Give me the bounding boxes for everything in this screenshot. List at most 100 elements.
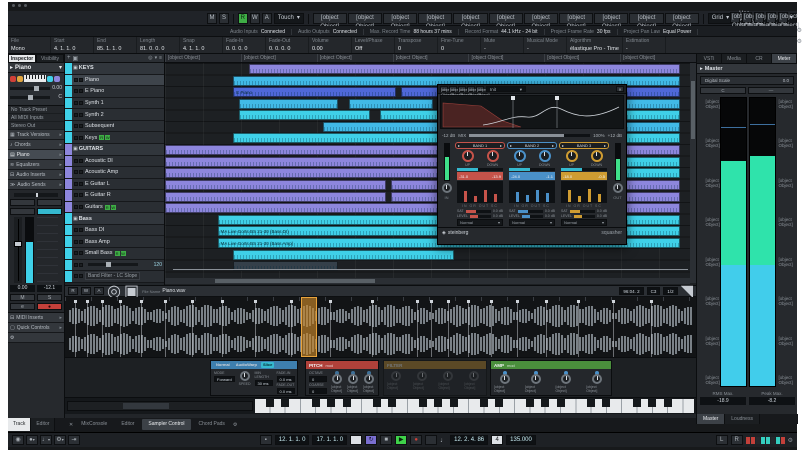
band-prev-icon[interactable]: ▸ [510,143,512,148]
tool-button[interactable]: [object Object] [348,13,382,24]
track-mute-solo[interactable] [74,170,83,174]
event-clip[interactable] [239,99,339,109]
inspector-section[interactable]: ⊟ MIDI Inserts ▸ [8,313,64,323]
inspector-section[interactable]: ▦ Track Versions ▸ [8,130,64,140]
filter-knob[interactable]: [object Object] [464,371,483,390]
fader-volume-readout[interactable]: 0.00 [10,285,35,292]
track-row[interactable]: ▣ E Guitar R RW [65,190,164,202]
play-button[interactable]: ▶ [395,435,407,445]
folder-icon[interactable]: ▣ [73,55,79,62]
band-prev-icon[interactable]: ▸ [562,143,564,148]
coarse-value[interactable]: 0 [309,388,327,394]
track-mute-solo[interactable] [74,228,83,232]
output-knob[interactable] [613,183,623,193]
sampler-display[interactable]: 96:04. 2 [619,287,643,295]
info-line-column[interactable]: File Mono [8,37,51,53]
folder-icon[interactable]: ▣ [73,216,78,222]
track-name[interactable]: KEYS [79,65,94,71]
info-line-column[interactable]: Start 4. 1. 1. 0 [51,37,94,53]
pan-slider[interactable]: C [10,94,62,100]
band-down-knob[interactable] [487,150,499,162]
event-clip[interactable] [249,64,680,74]
status-item[interactable]: Project Frame Rate 30 fps [551,29,618,35]
track-name[interactable]: E Guitar R [85,192,111,198]
band-selector[interactable]: ▸ BAND 3 ▸ [559,142,609,149]
track-name[interactable]: Bass Amp [85,239,110,245]
stop-button[interactable]: ■ [380,435,392,445]
monitor-icon[interactable] [17,76,23,82]
inspector-routing-row[interactable]: All MIDI Inputs [8,114,64,122]
event-clip[interactable] [233,250,454,260]
right-locator-display[interactable]: 17. 1. 1. 0 [312,435,347,445]
horizontal-scrollbar[interactable] [165,278,690,284]
inspector-section[interactable]: ▢ Quick Controls ▸ [8,323,64,333]
tool-button[interactable]: [object Object] [559,13,593,24]
info-line-column[interactable]: Mute - [481,37,524,53]
pitch-knob[interactable]: [object Object] [331,371,343,393]
inspector-tab[interactable]: Visibility [36,54,64,63]
setup-gear-icon[interactable]: ⚙ [797,27,802,34]
status-item[interactable]: Audio Outputs Connected [298,29,364,35]
file-display[interactable]: File Name Piano.wav [142,288,185,294]
band-level-slider[interactable]: LEVEL 0.0 dB [509,214,555,218]
track-mute-solo[interactable] [74,274,83,278]
band-up-knob[interactable] [514,150,526,162]
inspector-bottom-tab[interactable]: Track [8,418,31,431]
bypass-button[interactable] [10,208,35,215]
piano-keyboard[interactable] [255,399,694,413]
track-mute-solo[interactable] [74,240,83,244]
track-mute-solo[interactable] [74,101,83,105]
track-mute-solo[interactable] [74,136,83,140]
window-layout-button[interactable]: [object Object] [778,12,788,23]
add-track-button[interactable]: + [67,55,71,61]
window-layout-button[interactable]: [object Object] [742,12,752,23]
record-button[interactable]: ● [410,435,422,445]
plugin-header-button[interactable]: [object Object] [476,86,484,92]
plugin-titlebar[interactable]: [object Object][object Object][object Ob… [438,85,626,94]
track-row[interactable]: ▣ Subsequent RW [65,121,164,133]
automation-mode-dropdown[interactable]: Touch ▾ [274,13,304,24]
track-mute-solo[interactable] [74,205,83,209]
meter-right-button[interactable]: R [731,435,743,445]
info-line-column[interactable]: End 85. 1. 1. 0 [94,37,137,53]
info-line-column[interactable]: Algorithm élastique Pro - Time [567,37,623,53]
spectrum-display[interactable] [440,95,624,129]
amp-knob[interactable]: [object Object] [556,371,578,393]
track-row[interactable]: ▣ Acoustic Amp RW [65,167,164,179]
track-automation-badges[interactable]: RW [99,135,110,140]
track-row[interactable]: ▣ Small Bass RW [65,248,164,260]
sample-overview-bar[interactable] [67,401,253,411]
track-mute-solo[interactable] [74,124,83,128]
window-traffic-lights[interactable] [12,4,27,7]
instrument-thumbnail[interactable] [24,75,46,82]
close-icon[interactable]: ✕ [69,422,73,428]
event-clip[interactable] [349,99,433,109]
tool-button[interactable]: [object Object] [313,13,347,24]
track-mute-solo[interactable] [74,113,83,117]
fade-in-value[interactable]: 0.0 ms [277,376,295,382]
info-line-column[interactable]: Snap 4. 1. 1. 0 [180,37,223,53]
filter-knob[interactable]: [object Object] [439,371,458,390]
meter-clear-button[interactable]: C [700,87,746,94]
fade-out-value[interactable]: 0.0 ms [277,388,295,394]
edit-channel-icon[interactable] [54,76,60,82]
plugin-header-button[interactable]: [object Object] [467,86,475,92]
info-line-column[interactable]: Musical Mode - [524,37,567,53]
info-line-column[interactable]: Fine-Tune 0 [438,37,481,53]
window-layout-button[interactable]: [object Object] [754,12,764,23]
read-button[interactable]: R [68,287,78,295]
playback-mode-tab[interactable]: Normal [214,362,232,368]
scrollbar-thumb[interactable] [215,279,375,283]
track-row[interactable]: ▣ Piano RW [65,75,164,87]
left-locator-button[interactable]: ▪ [260,435,272,445]
plugin-header-button[interactable]: [object Object] [458,86,466,92]
track-name[interactable]: Acoustic DI [85,158,113,164]
track-mute-solo[interactable] [74,263,83,267]
lower-zone-tab[interactable]: Editor [115,419,140,430]
sample-waveform-display[interactable] [65,297,696,358]
band-sat-slider[interactable]: SAT 0.0 dB [509,209,555,213]
peak-max-readout[interactable]: Peak Max. -8.2 [749,391,795,405]
secondary-position-display[interactable]: 12. 2. 4. 86 [450,435,488,445]
track-mute-solo[interactable] [74,182,83,186]
fader-handle[interactable] [14,241,22,247]
